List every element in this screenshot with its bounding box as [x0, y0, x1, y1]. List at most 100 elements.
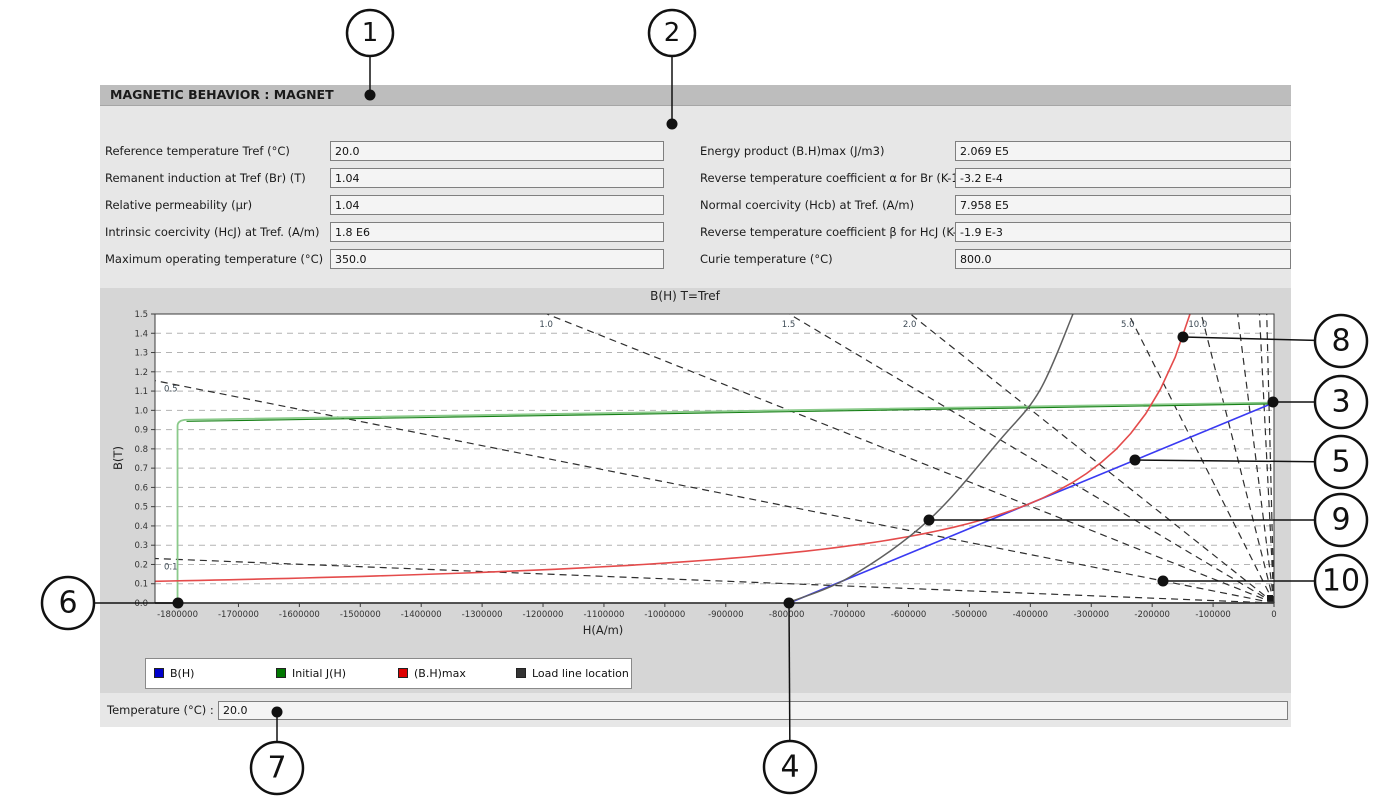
param-label: Remanent induction at Tref (Br) (T): [105, 168, 306, 188]
load-line-label: 10.0: [1188, 320, 1207, 330]
callout-circle-7: [251, 742, 303, 794]
param-label: Curie temperature (°C): [700, 249, 833, 269]
param-label: Maximum operating temperature (°C): [105, 249, 323, 269]
legend-item: Initial J(H): [276, 668, 346, 680]
origin-marker: [1267, 595, 1273, 601]
callout-circle-9: [1315, 494, 1367, 546]
param-input[interactable]: [330, 141, 664, 161]
svg-text:-1400000: -1400000: [401, 610, 442, 620]
svg-text:-1200000: -1200000: [523, 610, 564, 620]
load-line-label: 5.0: [1121, 320, 1135, 330]
svg-text:-500000: -500000: [952, 610, 988, 620]
svg-text:-400000: -400000: [1013, 610, 1049, 620]
svg-text:-600000: -600000: [891, 610, 927, 620]
svg-text:-700000: -700000: [830, 610, 866, 620]
load-line-label: 0.5: [164, 385, 178, 395]
svg-text:-200000: -200000: [1134, 610, 1170, 620]
svg-text:0.3: 0.3: [134, 541, 148, 551]
svg-text:0.0: 0.0: [134, 599, 148, 609]
callout-number-8: 8: [1331, 324, 1350, 359]
svg-text:0.9: 0.9: [134, 426, 148, 436]
callout-number-2: 2: [664, 18, 681, 48]
param-label: Reverse temperature coefficient β for Hc…: [700, 222, 969, 242]
load-line-label: 1.0: [539, 320, 553, 330]
svg-text:-1800000: -1800000: [157, 610, 198, 620]
svg-text:0.5: 0.5: [134, 503, 148, 513]
y-axis-label: B(T): [111, 446, 125, 470]
chart-title: B(H) T=Tref: [650, 289, 720, 303]
legend-item: Load line location: [516, 668, 629, 680]
load-line-label: 0.1: [164, 563, 178, 573]
legend-swatch-icon: [516, 668, 526, 678]
legend-label: B(H): [170, 667, 194, 680]
callout-number-1: 1: [362, 18, 379, 48]
svg-text:-1700000: -1700000: [218, 610, 259, 620]
callout-circle-3: [1315, 376, 1367, 428]
param-input[interactable]: [955, 168, 1291, 188]
legend-swatch-icon: [398, 668, 408, 678]
param-input[interactable]: [330, 195, 664, 215]
svg-text:1.0: 1.0: [134, 406, 148, 416]
svg-text:0: 0: [1271, 610, 1276, 620]
callout-number-4: 4: [780, 750, 799, 785]
chart-legend: B(H) Initial J(H) (B.H)max Load line locati…: [145, 658, 632, 689]
svg-text:0.8: 0.8: [134, 445, 148, 455]
svg-text:1.1: 1.1: [134, 387, 148, 397]
callout-number-6: 6: [58, 586, 77, 621]
callout-number-7: 7: [267, 751, 286, 786]
svg-text:1.5: 1.5: [134, 310, 148, 320]
callout-circle-4: [764, 741, 816, 793]
legend-label: (B.H)max: [414, 667, 466, 680]
legend-label: Load line location: [532, 667, 629, 680]
svg-text:0.1: 0.1: [134, 580, 148, 590]
param-label: Relative permeability (µr): [105, 195, 252, 215]
param-input[interactable]: [955, 141, 1291, 161]
svg-text:1.2: 1.2: [134, 368, 148, 378]
svg-text:-1600000: -1600000: [279, 610, 320, 620]
load-line-label: 1.5: [782, 320, 796, 330]
callout-circle-5: [1315, 436, 1367, 488]
temperature-input[interactable]: [218, 701, 1288, 720]
legend-item: B(H): [154, 668, 194, 680]
callout-circle-8: [1315, 315, 1367, 367]
param-input[interactable]: [330, 222, 664, 242]
param-label: Intrinsic coercivity (HcJ) at Tref. (A/m…: [105, 222, 320, 242]
svg-text:0.7: 0.7: [134, 464, 148, 474]
svg-text:-100000: -100000: [1195, 610, 1231, 620]
param-input[interactable]: [330, 249, 664, 269]
svg-text:-1000000: -1000000: [644, 610, 685, 620]
legend-swatch-icon: [276, 668, 286, 678]
param-label: Normal coercivity (Hcb) at Tref. (A/m): [700, 195, 914, 215]
svg-text:-900000: -900000: [708, 610, 744, 620]
svg-text:-1100000: -1100000: [583, 610, 624, 620]
param-label: Reference temperature Tref (°C): [105, 141, 290, 161]
param-input[interactable]: [330, 168, 664, 188]
param-input[interactable]: [955, 222, 1291, 242]
svg-text:-800000: -800000: [769, 610, 805, 620]
callout-number-10: 10: [1322, 564, 1360, 599]
param-input[interactable]: [955, 195, 1291, 215]
legend-label: Initial J(H): [292, 667, 346, 680]
svg-text:1.3: 1.3: [134, 349, 148, 359]
dialog-title: MAGNETIC BEHAVIOR : MAGNET: [100, 85, 1291, 106]
param-label: Reverse temperature coefficient α for Br…: [700, 168, 963, 188]
param-label: Energy product (B.H)max (J/m3): [700, 141, 884, 161]
svg-text:-1300000: -1300000: [462, 610, 503, 620]
load-line-label: 2.0: [903, 320, 917, 330]
callout-number-9: 9: [1331, 503, 1350, 538]
temperature-label: Temperature (°C) :: [107, 700, 214, 720]
callout-number-3: 3: [1331, 385, 1350, 420]
svg-text:-1500000: -1500000: [340, 610, 381, 620]
svg-text:0.4: 0.4: [134, 522, 148, 532]
x-axis-label: H(A/m): [583, 623, 624, 637]
callout-number-5: 5: [1331, 445, 1350, 480]
callout-circle-2: [649, 10, 695, 56]
callout-circle-6: [42, 577, 94, 629]
svg-text:1.4: 1.4: [134, 329, 148, 339]
param-input[interactable]: [955, 249, 1291, 269]
callout-circle-10: [1315, 555, 1367, 607]
callout-circle-1: [347, 10, 393, 56]
legend-item: (B.H)max: [398, 668, 466, 680]
svg-text:-300000: -300000: [1073, 610, 1109, 620]
bh-chart: 0.1 0.5 1.0 1.5 2.0 5.0 10.0 -1800000 -1700000 -1…: [100, 272, 1291, 693]
